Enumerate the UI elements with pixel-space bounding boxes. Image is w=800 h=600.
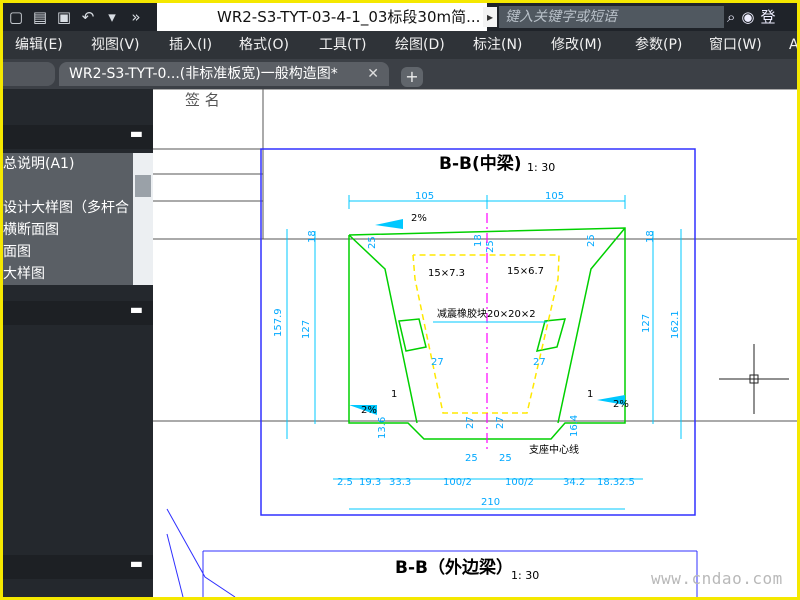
quick-access-toolbar: ▢ ▤ ▣ ↶ ▾ » [7, 5, 145, 29]
dropdown-icon[interactable]: ▾ [103, 8, 121, 26]
tab-drawing[interactable]: WR2-S3-TYT-0...(非标准板宽)一般构造图* ✕ [59, 62, 389, 86]
scroll-thumb[interactable] [135, 175, 151, 197]
slope-left: 2% [411, 213, 427, 224]
cad-drawing: 签 名 B-B(中梁) 1: 30 105 105 157.9 127 127 [153, 89, 797, 597]
menu-extra[interactable]: A [789, 31, 797, 59]
slope-bottom-left: 2% [361, 405, 377, 416]
dim-top-left: 105 [415, 191, 434, 202]
menu-view[interactable]: 视图(V) [91, 31, 140, 59]
dim-left-inner: 127 [301, 320, 312, 339]
sheet-item-6[interactable]: 大样图 [3, 263, 133, 285]
sheet-list: 总说明(A1) 设计大样图（多杆合 横断面图 面图 大样图 [3, 153, 133, 285]
minimize-icon[interactable]: ▬ [130, 126, 143, 142]
section1-scale: 1: 30 [527, 161, 555, 174]
menu-parameters[interactable]: 参数(P) [635, 31, 682, 59]
bottom-dim-4: 100/2 [443, 477, 472, 488]
dim-left-height: 157.9 [273, 308, 284, 337]
open-file-icon[interactable]: ▤ [31, 8, 49, 26]
strand-right: 15×6.7 [507, 266, 544, 277]
document-tabs: WR2-S3-TYT-0...(非标准板宽)一般构造图* ✕ + [3, 59, 797, 89]
section1-frame [260, 148, 696, 516]
bottom-dim-6: 34.2 [563, 477, 585, 488]
new-file-icon[interactable]: ▢ [7, 8, 25, 26]
title-bar: ▢ ▤ ▣ ↶ ▾ » WR2-S3-TYT-03-4-1_03标段30m简..… [3, 3, 797, 31]
menu-bar: 编辑(E) 视图(V) 插入(I) 格式(O) 工具(T) 绘图(D) 标注(N… [3, 31, 797, 59]
tab-label: WR2-S3-TYT-0...(非标准板宽)一般构造图* [69, 66, 338, 82]
title-right-tools: ⌕ ◉ 登 [727, 5, 776, 29]
total-width: 210 [481, 497, 500, 508]
dim-bottom-right: 16.4 [569, 415, 580, 437]
menu-window[interactable]: 窗口(W) [709, 31, 762, 59]
dim-bottom-27-left: 27 [465, 416, 476, 429]
panel-header-bottom: ▬ [3, 555, 153, 579]
panel-header-top: ▬ [3, 125, 153, 149]
menu-format[interactable]: 格式(O) [239, 31, 289, 59]
slope-right: 2% [613, 399, 629, 410]
inner-1-left: 1 [391, 389, 397, 400]
sheet-list-scrollbar[interactable] [133, 153, 153, 285]
undo-icon[interactable]: ↶ [79, 8, 97, 26]
section2-frame [166, 508, 698, 597]
dim-right-top: 18 [645, 230, 656, 243]
tab-previous[interactable] [3, 62, 55, 86]
dim-bottom-13: 13.6 [377, 417, 388, 439]
menu-dimension[interactable]: 标注(N) [473, 31, 522, 59]
search-arrow-icon[interactable]: ▸ [483, 7, 497, 27]
bottom-25-left: 25 [465, 453, 478, 464]
sheet-item-5[interactable]: 面图 [3, 241, 133, 263]
bottom-25-right: 25 [499, 453, 512, 464]
header-label: 签 名 [185, 91, 220, 109]
dimensions [286, 195, 682, 510]
section2-scale: 1: 30 [511, 569, 539, 582]
crosshair-cursor [719, 344, 789, 414]
dim-bottom-27-right: 27 [495, 416, 506, 429]
sheet-item-4[interactable]: 横断面图 [3, 219, 133, 241]
dim-right-web: 25 [586, 234, 597, 247]
dim-left-top: 18 [307, 230, 318, 243]
close-icon[interactable]: ✕ [367, 62, 379, 86]
user-icon[interactable]: ◉ [741, 5, 754, 29]
bottom-dim-1: 2.5 [337, 477, 353, 488]
sheet-set-sidebar: ▬ 总说明(A1) 设计大样图（多杆合 横断面图 面图 大样图 ▬ ▬ [3, 89, 153, 597]
bottom-dim-7: 18.3 [597, 477, 619, 488]
watermark: www.cndao.com [651, 569, 783, 588]
bottom-dim-3: 33.3 [389, 477, 411, 488]
inner-27-left: 27 [431, 357, 444, 368]
dim-right-inner: 127 [641, 314, 652, 333]
bottom-dim-5: 100/2 [505, 477, 534, 488]
panel-header-middle: ▬ [3, 301, 153, 325]
app-window: ▢ ▤ ▣ ↶ ▾ » WR2-S3-TYT-03-4-1_03标段30m简..… [0, 0, 800, 600]
sheet-item-2[interactable] [3, 175, 133, 197]
more-icon[interactable]: » [127, 8, 145, 26]
menu-edit[interactable]: 编辑(E) [15, 31, 63, 59]
inner-27-right: 27 [533, 357, 546, 368]
search-input[interactable]: 键入关键字或短语 [499, 6, 724, 28]
document-title: WR2-S3-TYT-03-4-1_03标段30m简... [157, 3, 487, 31]
add-tab-button[interactable]: + [401, 67, 423, 87]
section2-title: B-B（外边梁） [395, 557, 513, 578]
print-icon[interactable]: ▣ [55, 8, 73, 26]
minimize-icon[interactable]: ▬ [130, 556, 143, 572]
inner-1-right: 1 [587, 389, 593, 400]
bottom-dim-2: 19.3 [359, 477, 381, 488]
bearing-text: 减震橡胶块20×20×2 [437, 307, 536, 320]
strand-left: 15×7.3 [428, 268, 465, 279]
binoculars-icon[interactable]: ⌕ [727, 5, 735, 29]
drawing-canvas[interactable]: 签 名 B-B(中梁) 1: 30 105 105 157.9 127 127 [153, 89, 797, 597]
support-text: 支座中心线 [529, 443, 579, 456]
dim-top-right: 105 [545, 191, 564, 202]
sign-in-label[interactable]: 登 [761, 5, 776, 29]
section1-title: B-B(中梁) [439, 153, 522, 174]
minimize-icon[interactable]: ▬ [130, 302, 143, 318]
menu-draw[interactable]: 绘图(D) [395, 31, 445, 59]
dim-mid-top: 18 [473, 234, 484, 247]
menu-insert[interactable]: 插入(I) [169, 31, 212, 59]
sheet-item-3[interactable]: 设计大样图（多杆合 [3, 197, 133, 219]
sheet-item-1[interactable]: 总说明(A1) [3, 153, 133, 175]
dim-left-web: 25 [367, 236, 378, 249]
dim-right-height: 162.1 [670, 310, 681, 339]
menu-tools[interactable]: 工具(T) [319, 31, 366, 59]
bottom-dim-8: 2.5 [619, 477, 635, 488]
menu-modify[interactable]: 修改(M) [551, 31, 602, 59]
